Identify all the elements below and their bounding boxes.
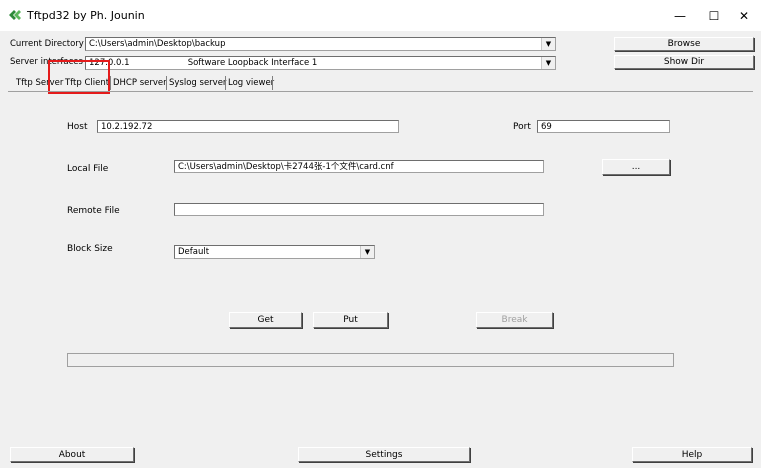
maximize-button[interactable]: ☐ bbox=[697, 0, 731, 31]
tab-divider bbox=[225, 76, 226, 90]
server-interfaces-name: Software Loopback Interface 1 bbox=[187, 58, 318, 68]
get-button[interactable]: Get bbox=[229, 312, 302, 328]
tab-dhcp-server[interactable]: DHCP server bbox=[113, 76, 167, 91]
put-button[interactable]: Put bbox=[313, 312, 388, 328]
block-size-select[interactable]: Default ▼ bbox=[174, 245, 375, 259]
remote-file-input[interactable] bbox=[174, 203, 544, 216]
tab-divider bbox=[110, 76, 111, 90]
block-size-value: Default bbox=[178, 247, 210, 257]
host-label: Host bbox=[67, 122, 88, 132]
transfer-progress-bar bbox=[67, 353, 674, 367]
tab-divider bbox=[272, 76, 273, 90]
about-button[interactable]: About bbox=[10, 447, 134, 462]
show-dir-button[interactable]: Show Dir bbox=[614, 55, 754, 69]
close-button[interactable]: ✕ bbox=[727, 0, 761, 31]
remote-file-label: Remote File bbox=[67, 206, 120, 216]
host-input[interactable]: 10.2.192.72 bbox=[97, 120, 399, 133]
chevron-down-icon[interactable]: ▼ bbox=[360, 246, 374, 258]
local-file-browse-button[interactable]: ... bbox=[602, 159, 670, 175]
highlight-box bbox=[48, 60, 110, 94]
browse-button[interactable]: Browse bbox=[614, 37, 754, 51]
tab-panel-border bbox=[8, 91, 753, 92]
port-label: Port bbox=[513, 122, 531, 132]
local-file-label: Local File bbox=[67, 164, 109, 174]
current-directory-label: Current Directory bbox=[10, 39, 84, 49]
current-directory-value: C:\Users\admin\Desktop\backup bbox=[89, 39, 226, 49]
chevron-down-icon[interactable]: ▼ bbox=[541, 57, 555, 69]
tab-syslog-server[interactable]: Syslog server bbox=[169, 76, 226, 91]
server-interfaces-select[interactable]: 127.0.0.1 Software Loopback Interface 1 … bbox=[85, 56, 556, 70]
block-size-label: Block Size bbox=[67, 244, 113, 254]
tab-log-viewer[interactable]: Log viewer bbox=[228, 76, 274, 91]
break-button[interactable]: Break bbox=[476, 312, 553, 328]
settings-button[interactable]: Settings bbox=[298, 447, 470, 462]
help-button[interactable]: Help bbox=[632, 447, 752, 462]
current-directory-select[interactable]: C:\Users\admin\Desktop\backup ▼ bbox=[85, 37, 556, 51]
app-icon bbox=[9, 10, 21, 20]
tab-divider bbox=[166, 76, 167, 90]
window-title: Tftpd32 by Ph. Jounin bbox=[27, 9, 145, 22]
minimize-button[interactable]: — bbox=[663, 0, 697, 31]
port-input[interactable]: 69 bbox=[537, 120, 670, 133]
chevron-down-icon[interactable]: ▼ bbox=[541, 38, 555, 50]
local-file-input[interactable]: C:\Users\admin\Desktop\卡2744张-1个文件\card.… bbox=[174, 160, 544, 173]
